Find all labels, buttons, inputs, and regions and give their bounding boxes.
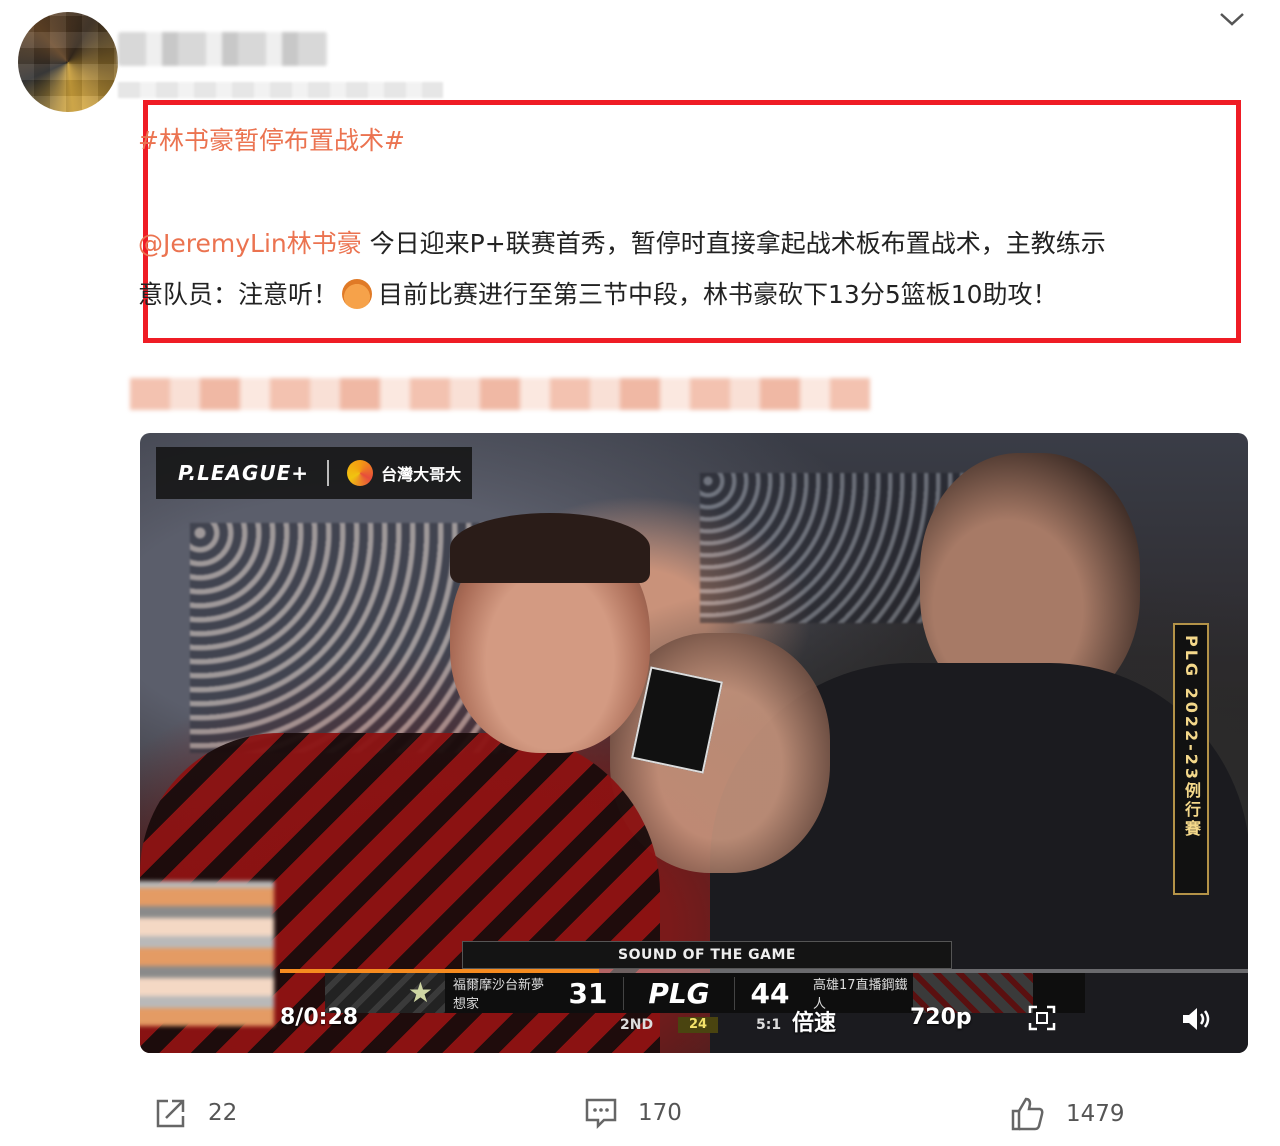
speed-button[interactable]: 倍速 [792, 1005, 836, 1037]
chevron-down-icon[interactable] [1218, 8, 1246, 30]
post-text-segment: 今日迎来P+联赛首秀，暂停时直接拿起战术板布置战术，主教练示 [361, 229, 1106, 258]
share-icon [156, 1099, 185, 1128]
hashtag-link[interactable]: #林书豪暂停布置战术# [138, 121, 405, 157]
post-text-segment: 目前比赛进行至第三节中段，林书豪砍下13分5篮板10助攻！ [378, 280, 1058, 309]
game-clock: 5:1 [756, 1017, 782, 1033]
comment-icon [585, 1098, 617, 1130]
quality-button[interactable]: 720p [910, 1005, 972, 1030]
share-count: 22 [208, 1100, 238, 1126]
post-text-segment: 意队员：注意听！ [138, 280, 339, 309]
playback-time: 8/0:28 [280, 1005, 359, 1030]
thumbs-up-icon [1011, 1097, 1044, 1131]
username-blurred[interactable] [118, 32, 328, 66]
post-text-line2: 意队员：注意听！ 目前比赛进行至第三节中段，林书豪砍下13分5篮板10助攻！ [138, 275, 1058, 311]
shot-clock: 24 [678, 1017, 718, 1033]
like-button[interactable]: 1479 [1010, 1096, 1125, 1132]
channel-logo-icon [347, 460, 374, 486]
comment-count: 170 [638, 1100, 682, 1126]
avatar[interactable] [18, 12, 118, 112]
volume-icon[interactable] [1180, 1005, 1214, 1033]
post-meta-blurred [118, 82, 443, 98]
emoji-icon [342, 279, 373, 309]
game-period: 2ND [620, 1017, 654, 1033]
progress-bar[interactable] [280, 969, 1248, 973]
fullscreen-icon[interactable] [1028, 1005, 1056, 1031]
post-text-line1: @JeremyLin林书豪 今日迎来P+联赛首秀，暂停时直接拿起战术板布置战术，… [138, 224, 1106, 260]
broadcast-logo: P.LEAGUE+ 台灣大哥大 [156, 447, 472, 499]
blurred-thumbnail [140, 881, 274, 1026]
season-banner: PLG 2022-23例行賽 [1173, 623, 1209, 895]
like-count: 1479 [1066, 1101, 1125, 1127]
mention-link[interactable]: @JeremyLin林书豪 [138, 229, 362, 258]
player-hair [450, 513, 650, 583]
home-team-name: 福爾摩沙台新夢想家 [453, 978, 545, 1012]
channel-name: 台灣大哥大 [381, 465, 462, 484]
plg-logo: PLG [623, 976, 735, 1010]
scoreboard-label: SOUND OF THE GAME [462, 941, 952, 969]
comment-button[interactable]: 170 [584, 1096, 682, 1130]
blurred-text-line [130, 378, 870, 410]
video-player[interactable]: P.LEAGUE+ 台灣大哥大 PLG 2022-23例行賽 SOUND OF … [140, 433, 1248, 1053]
logo-divider [327, 460, 330, 486]
progress-fill [280, 969, 600, 973]
share-button[interactable]: 22 [154, 1096, 237, 1130]
league-logo-text: P.LEAGUE+ [178, 461, 310, 485]
home-score: 31 [568, 976, 608, 1010]
